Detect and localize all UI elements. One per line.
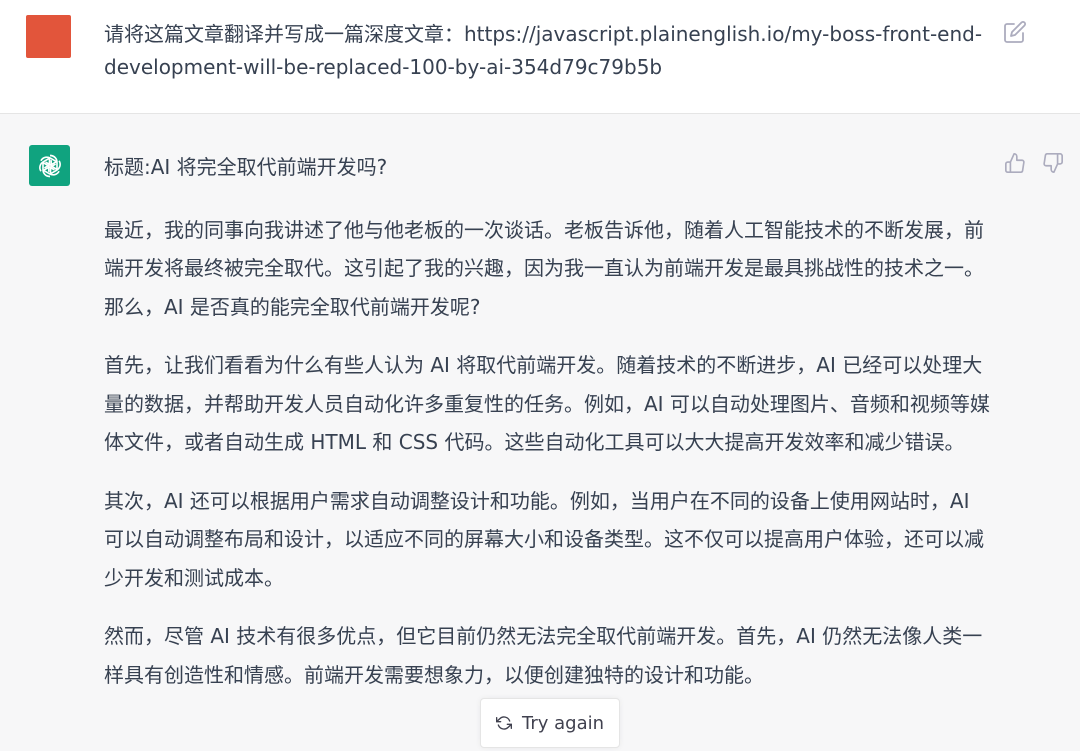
user-message-row: 请将这篇文章翻译并写成一篇深度文章：https://javascript.pla… bbox=[0, 0, 1080, 114]
response-paragraph: 首先，让我们看看为什么有些人认为 AI 将取代前端开发。随着技术的不断进步，AI… bbox=[104, 353, 990, 454]
openai-logo-icon bbox=[29, 145, 70, 186]
user-avatar bbox=[26, 15, 71, 58]
response-paragraph: 最近，我的同事向我讲述了他与他老板的一次谈话。老板告诉他，随着人工智能技术的不断… bbox=[104, 217, 984, 319]
try-again-label: Try again bbox=[521, 712, 605, 734]
user-message-text: 请将这篇文章翻译并写成一篇深度文章：https://javascript.pla… bbox=[104, 22, 983, 79]
edit-icon[interactable] bbox=[1003, 20, 1027, 44]
response-title: 标题:AI 将完全取代前端开发吗? bbox=[104, 155, 388, 179]
assistant-message-content: 标题:AI 将完全取代前端开发吗? 最近，我的同事向我讲述了他与他老板的一次谈话… bbox=[104, 148, 990, 714]
response-paragraph: 然而，尽管 AI 技术有很多优点，但它目前仍然无法完全取代前端开发。首先，AI … bbox=[104, 624, 983, 687]
thumbs-up-icon[interactable] bbox=[1004, 152, 1026, 174]
response-paragraph: 其次，AI 还可以根据用户需求自动调整设计和功能。例如，当用户在不同的设备上使用… bbox=[104, 488, 984, 590]
refresh-icon bbox=[495, 715, 512, 731]
thumbs-down-icon[interactable] bbox=[1042, 152, 1064, 174]
try-again-button[interactable]: Try again bbox=[480, 698, 620, 748]
